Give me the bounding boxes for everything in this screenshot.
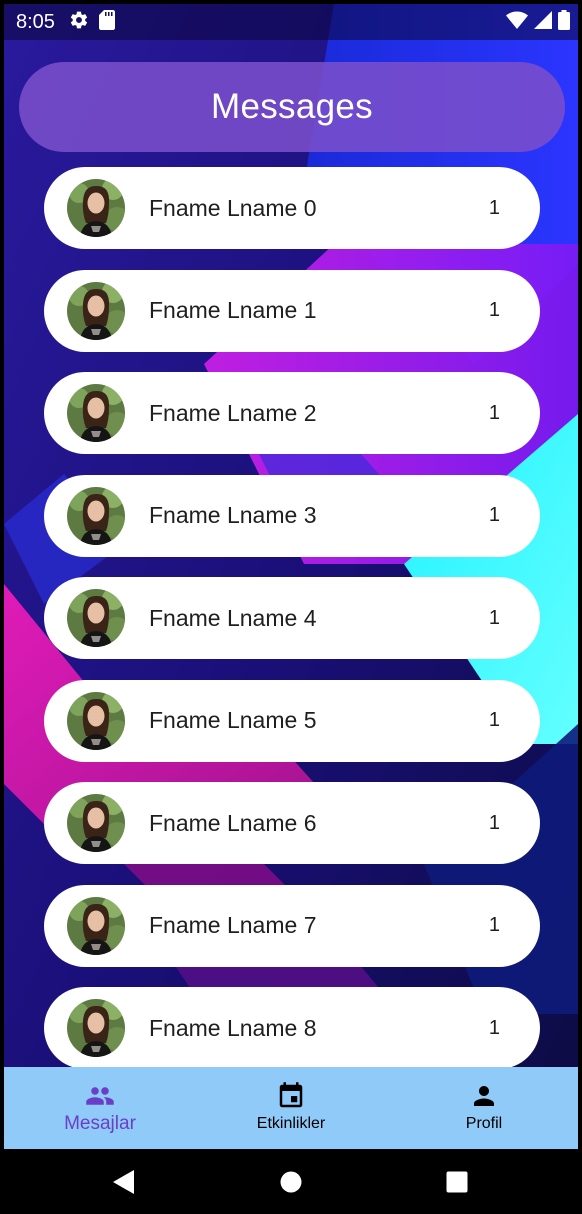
avatar [67,179,125,237]
page-title: Messages [211,87,373,126]
message-count: 1 [488,709,500,731]
calendar-event-icon [276,1081,306,1111]
message-list-item[interactable]: Fname Lname 3 1 [44,474,540,557]
nav-label-etkinlikler: Etkinlikler [256,1115,326,1132]
avatar [67,896,125,955]
recents-icon[interactable] [446,1171,468,1198]
nav-item-etkinlikler[interactable]: Etkinlikler [236,1067,346,1149]
bottom-navigation: Mesajlar Etkinlikler Profil [4,1067,578,1149]
status-left-icons [69,9,115,35]
home-icon[interactable] [280,1171,302,1198]
message-list-item[interactable]: Fname Lname 7 1 [44,884,540,967]
message-count: 1 [488,811,500,834]
header-bar: Messages [19,62,565,152]
nav-label-mesajlar: Mesajlar [64,1113,136,1134]
system-navigation-bar [4,1149,578,1214]
message-count: 1 [488,914,500,936]
contact-name: Fname Lname 8 [149,1014,317,1041]
message-list-item[interactable]: Fname Lname 8 1 [44,987,540,1069]
sd-card-icon [98,9,115,35]
status-time: 8:05 [16,10,55,33]
message-list-item[interactable]: Fname Lname 6 1 [44,782,540,864]
battery-icon [558,9,570,35]
message-list-item[interactable]: Fname Lname 2 1 [44,372,540,454]
avatar [67,691,125,750]
settings-icon [69,10,89,35]
avatar [67,999,125,1057]
status-right-icons [506,9,570,35]
avatar [67,486,125,545]
message-list-item[interactable]: Fname Lname 4 1 [44,577,540,659]
message-count: 1 [488,606,500,629]
message-count: 1 [488,504,500,526]
signal-icon [534,10,552,34]
avatar [67,794,125,852]
message-list[interactable]: Fname Lname 0 1 Fname Lname 1 1 Fname Ln… [44,167,540,1090]
avatar [67,384,125,442]
contact-name: Fname Lname 1 [149,297,317,323]
message-list-item[interactable]: Fname Lname 5 1 [44,679,540,762]
contact-name: Fname Lname 2 [149,399,317,426]
contact-name: Fname Lname 6 [149,809,317,836]
wifi-icon [506,11,528,34]
contact-name: Fname Lname 7 [149,912,317,938]
nav-item-profil[interactable]: Profil [434,1067,534,1149]
nav-label-profil: Profil [465,1115,503,1132]
avatar [67,281,125,340]
contact-name: Fname Lname 4 [149,604,317,631]
contact-name: Fname Lname 3 [149,502,317,528]
contact-name: Fname Lname 0 [149,194,317,221]
avatar [67,589,125,647]
message-count: 1 [488,299,500,321]
message-count: 1 [488,1016,500,1039]
people-icon [82,1081,118,1111]
message-list-item[interactable]: Fname Lname 1 1 [44,269,540,352]
status-bar: 8:05 [4,4,578,40]
person-icon [469,1081,499,1111]
nav-item-mesajlar[interactable]: Mesajlar [50,1067,150,1149]
message-count: 1 [488,196,500,219]
message-list-item[interactable]: Fname Lname 0 1 [44,167,540,249]
message-count: 1 [488,401,500,424]
app-screen: 8:05 Messages Fname Lname 0 1 Fname Lnam… [4,4,578,1214]
contact-name: Fname Lname 5 [149,707,317,733]
back-icon[interactable] [112,1169,136,1200]
